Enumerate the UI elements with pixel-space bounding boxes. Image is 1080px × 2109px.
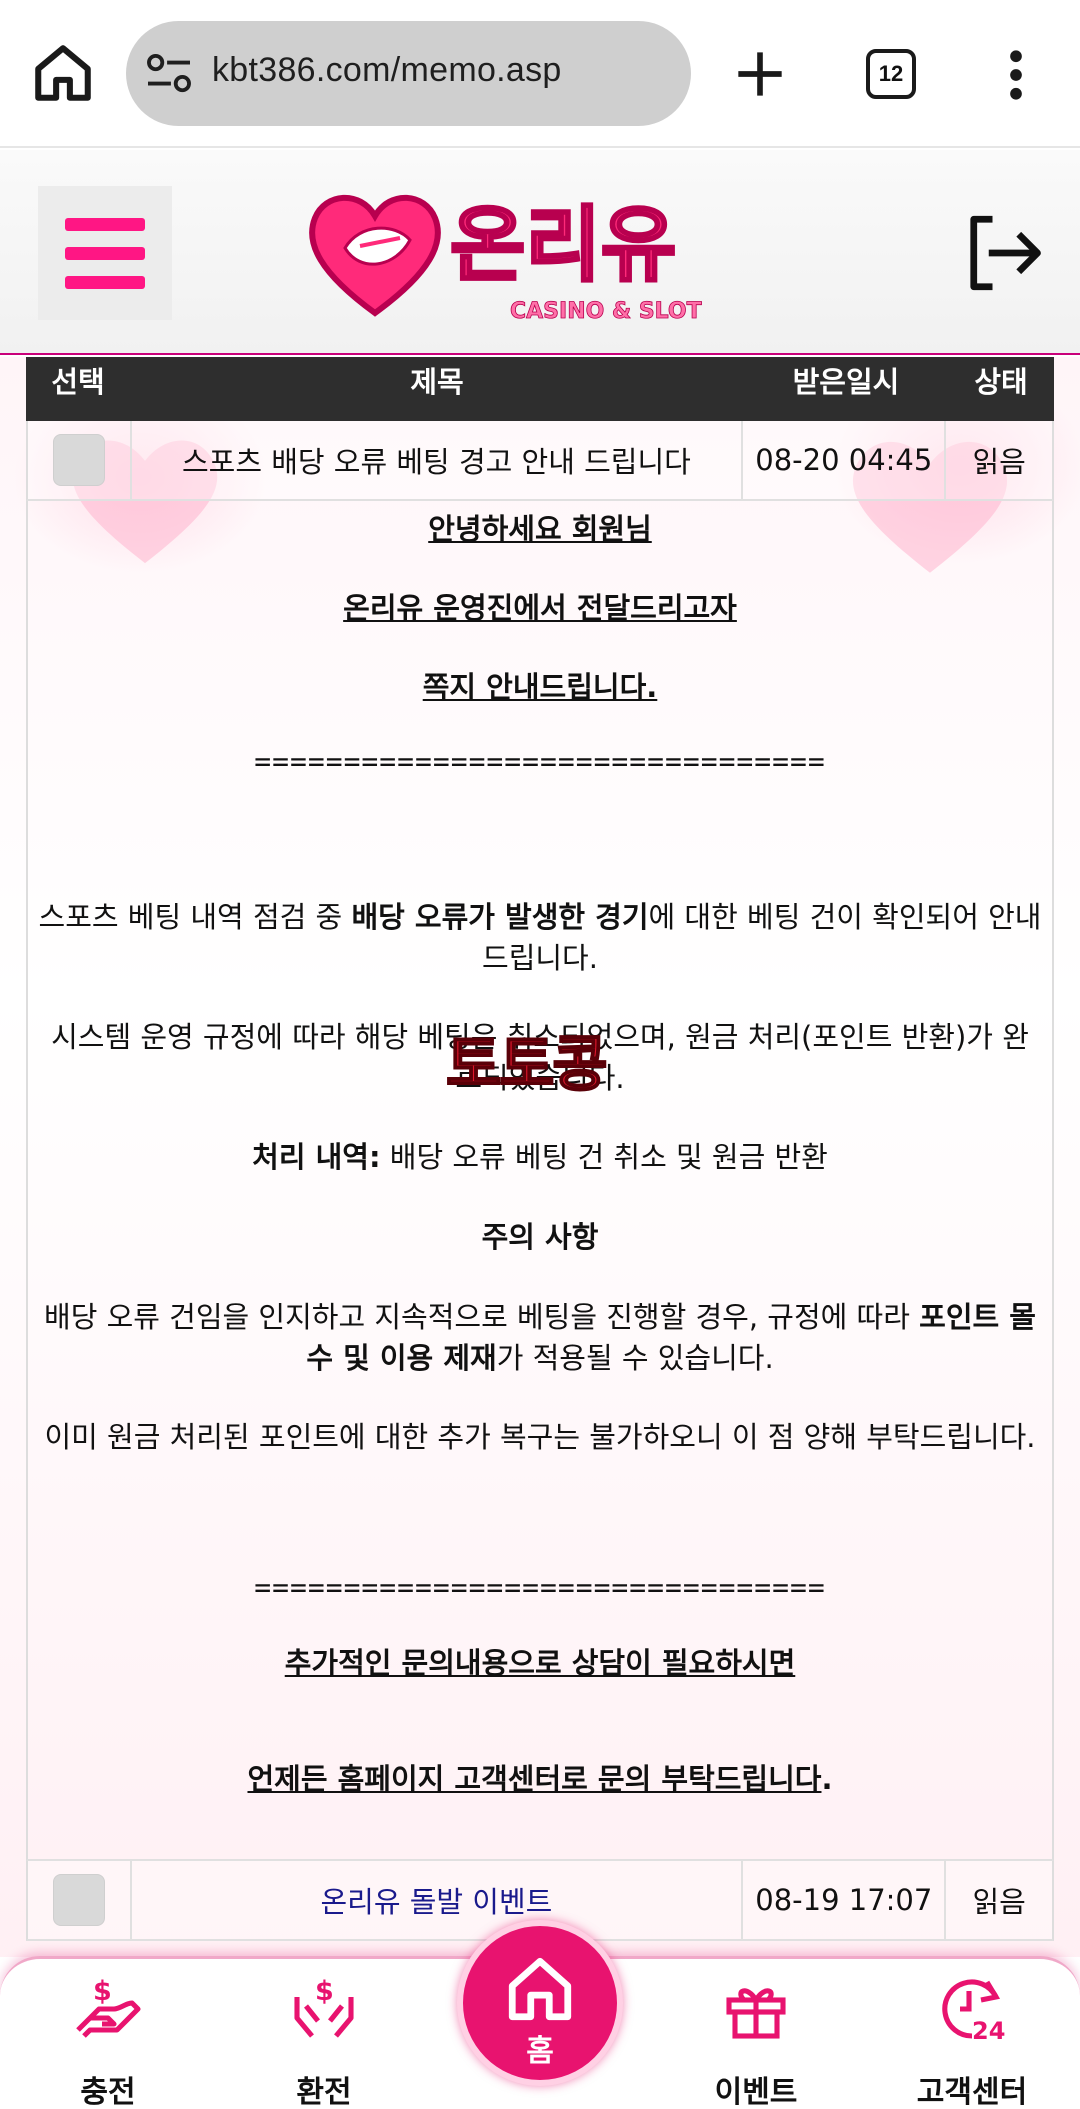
memo-intro2: 쪽지 안내드립니다. [422,670,658,704]
header-select: 선택 [51,365,105,399]
site-header: 온리유 CASINO & SLOT [0,150,1080,355]
gift-icon [726,1988,786,2039]
exchange-icon: $ [294,1976,354,2038]
memo-contact2: 언제든 홈페이지 고객센터로 문의 부탁드립니다. [247,1762,833,1796]
nav-support-label: 고객센터 [916,2075,1028,2109]
browser-toolbar: kbt386.com/memo.asp 12 [0,0,1080,148]
support-24-icon: 24 [942,1979,1005,2045]
more-menu-icon[interactable] [1008,50,1024,100]
header-title: 제목 [410,365,464,399]
row-checkbox[interactable] [52,434,105,486]
home-icon [508,1957,572,2021]
memo-process: 처리 내역: 배당 오류 베팅 건 취소 및 원금 반환 [252,1140,828,1174]
nav-event-label: 이벤트 [714,2075,798,2109]
memo-greeting: 안녕하세요 회원님 [428,512,652,546]
memo-body: 안녕하세요 회원님 온리유 운영진에서 전달드리고자 쪽지 안내드립니다. ==… [26,501,1054,1861]
nav-charge[interactable]: $ 충전 [38,1973,178,2109]
memo-table: 선택 제목 받은일시 상태 스포츠 배당 오류 베팅 경고 안내 드립니다 08… [26,357,1054,1941]
memo-separator: ================================ [254,1571,826,1604]
nav-support[interactable]: 24 고객센터 [902,1973,1042,2109]
nav-charge-label: 충전 [80,2075,136,2109]
home-icon[interactable] [30,40,96,106]
svg-text:$: $ [93,1976,112,2007]
charge-icon: $ [76,1976,141,2038]
svg-text:$: $ [315,1976,334,2007]
nav-home-button[interactable]: 홈 [457,1920,623,2086]
new-tab-icon[interactable] [734,48,786,100]
nav-exchange-label: 환전 [296,2075,352,2109]
memo-paragraph3: 이미 원금 처리된 포인트에 대한 추가 복구는 불가하오니 이 점 양해 부탁… [44,1420,1036,1454]
table-row[interactable]: 스포츠 배당 오류 베팅 경고 안내 드립니다 08-20 04:45 읽음 [26,421,1054,501]
row-date: 08-19 17:07 [743,1861,947,1939]
row-title[interactable]: 온리유 돌발 이벤트 [320,1879,552,1921]
url-text[interactable]: kbt386.com/memo.asp [212,51,562,90]
row-title[interactable]: 스포츠 배당 오류 베팅 경고 안내 드립니다 [132,421,744,499]
nav-exchange[interactable]: $ 환전 [254,1973,394,2109]
site-settings-icon[interactable] [146,53,192,95]
site-logo[interactable]: 온리유 CASINO & SLOT [300,178,770,328]
address-bar[interactable]: kbt386.com/memo.asp [126,21,691,126]
memo-caution: 배당 오류 건임을 인지하고 지속적으로 베팅을 진행할 경우, 규정에 따라 … [44,1300,1036,1375]
row-checkbox[interactable] [52,1874,105,1926]
memo-contact1: 추가적인 문의내용으로 상담이 필요하시면 [284,1646,796,1680]
header-status: 상태 [974,365,1028,399]
nav-event[interactable]: 이벤트 [686,1973,826,2109]
memo-separator: ================================ [254,745,826,778]
memo-intro1: 온리유 운영진에서 전달드리고자 [343,591,737,625]
tab-switcher-button[interactable]: 12 [866,49,916,99]
row-status: 읽음 [972,1885,1026,1919]
logout-icon[interactable] [955,208,1045,298]
logo-text: 온리유 [450,198,676,293]
watermark-text: 토토콩 [445,1029,609,1101]
memo-paragraph1: 스포츠 베팅 내역 점검 중 배당 오류가 발생한 경기에 대한 베팅 건이 확… [38,900,1042,975]
memo-caution-title: 주의 사항 [481,1220,599,1254]
nav-home-label: 홈 [526,2034,554,2069]
row-status: 읽음 [972,445,1026,479]
menu-button[interactable] [38,186,172,320]
row-date: 08-20 04:45 [743,421,947,499]
svg-text:24: 24 [972,2017,1005,2045]
table-header: 선택 제목 받은일시 상태 [26,357,1054,421]
header-date: 받은일시 [792,365,900,399]
logo-subtext: CASINO & SLOT [510,299,702,324]
